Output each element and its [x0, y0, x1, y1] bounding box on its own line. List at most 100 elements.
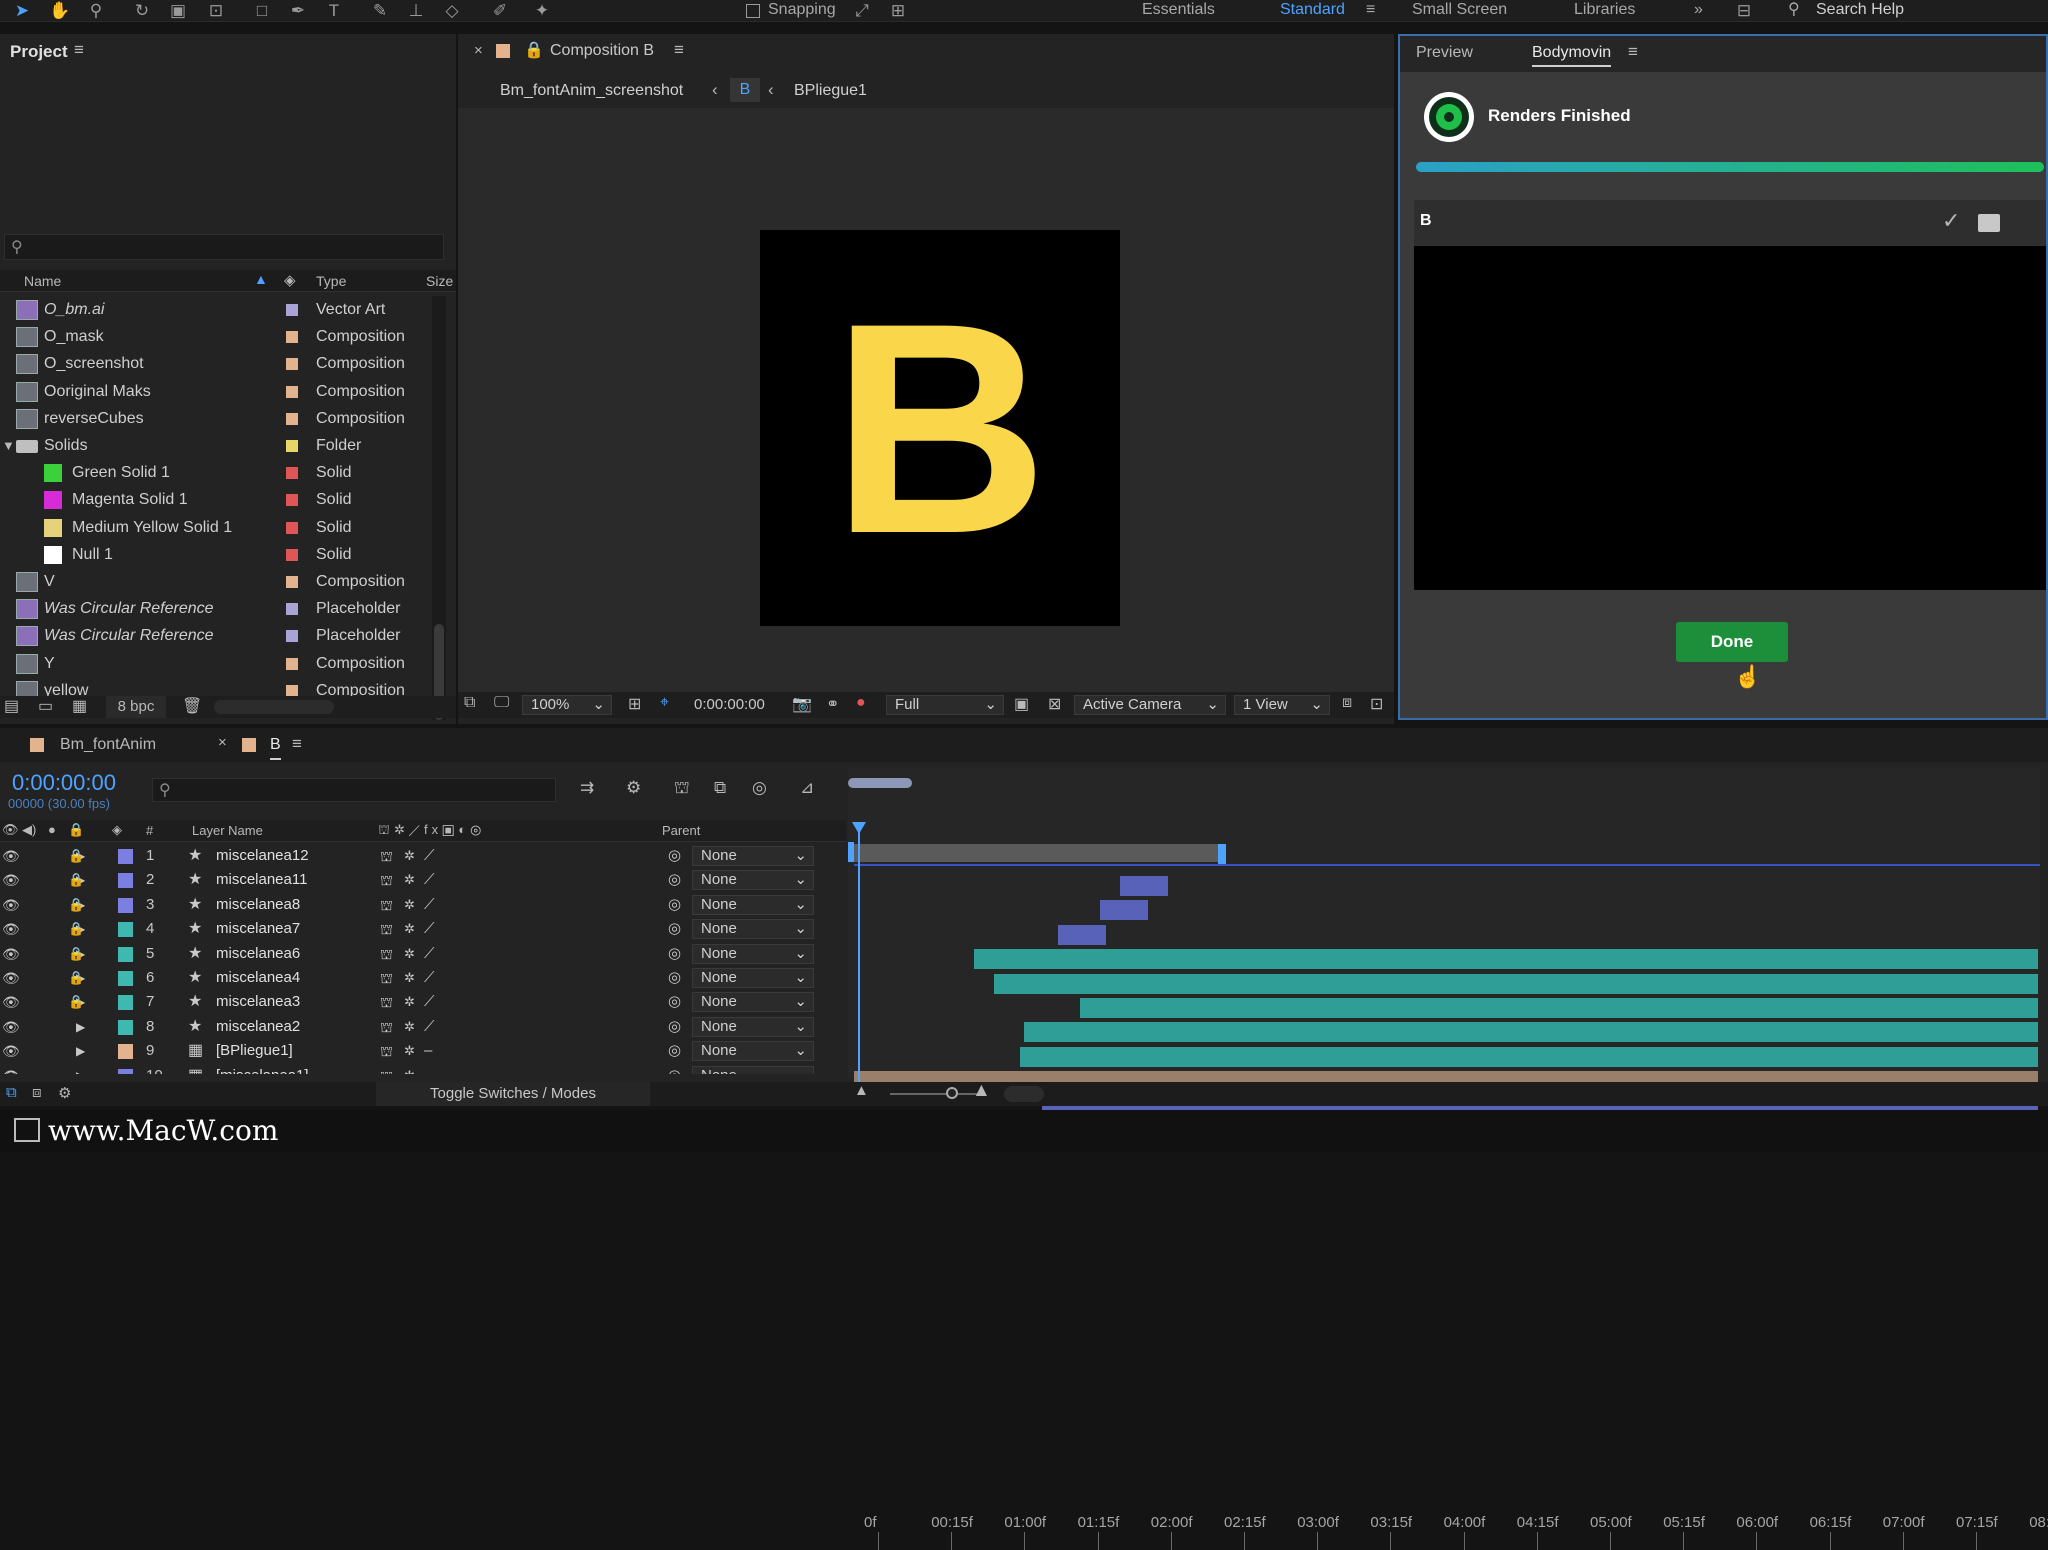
visibility-eye-icon[interactable]: 👁: [2, 868, 20, 892]
tab-preview[interactable]: Preview: [1416, 44, 1473, 62]
region-of-interest-icon[interactable]: ▣: [1014, 694, 1029, 714]
shy-switch-icon[interactable]: ⛫: [380, 1039, 393, 1063]
comp-canvas[interactable]: B: [760, 230, 1120, 626]
tab-bm-fontanim[interactable]: Bm_fontAnim: [60, 736, 156, 754]
pick-whip-icon[interactable]: ◎: [668, 990, 681, 1014]
visibility-eye-icon[interactable]: 👁: [2, 917, 20, 941]
lock-icon[interactable]: 🔒: [68, 868, 84, 892]
camera-tool-icon[interactable]: ▣: [166, 1, 190, 21]
shape-tool-icon[interactable]: □: [250, 1, 274, 21]
zoom-tool-icon[interactable]: ⚲: [84, 1, 108, 21]
motion-blur-icon[interactable]: ◎: [752, 778, 767, 798]
label-color-swatch[interactable]: [118, 1044, 133, 1060]
label-color-swatch[interactable]: [286, 548, 298, 561]
lock-icon[interactable]: 🔒: [68, 893, 84, 917]
new-folder-icon[interactable]: ▭: [38, 696, 53, 716]
project-item[interactable]: O_mask Composition: [0, 323, 430, 350]
layer-name[interactable]: miscelanea7: [216, 917, 300, 941]
comp-flowchart-icon[interactable]: ⇉: [580, 778, 594, 798]
work-area-bar[interactable]: [854, 844, 1218, 862]
project-item[interactable]: Was Circular Reference Placeholder: [0, 595, 430, 622]
graph-editor-icon[interactable]: ⊿: [800, 778, 814, 798]
panel-menu-icon[interactable]: ≡: [674, 40, 684, 60]
disclosure-triangle-icon[interactable]: ▼: [2, 432, 15, 459]
label-color-swatch[interactable]: [286, 603, 298, 616]
sync-settings-icon[interactable]: ⊟: [1732, 1, 1756, 21]
shy-switch-icon[interactable]: ⛫: [380, 942, 393, 966]
visibility-eye-icon[interactable]: 👁: [2, 990, 20, 1014]
label-color-swatch[interactable]: [286, 684, 298, 697]
camera-dropdown[interactable]: Active Camera ⌄: [1074, 695, 1226, 715]
pick-whip-icon[interactable]: ◎: [668, 1039, 681, 1063]
tab-bodymovin[interactable]: Bodymovin: [1532, 44, 1612, 67]
visibility-eye-icon[interactable]: 👁: [2, 942, 20, 966]
timeline-graph-area[interactable]: [848, 768, 2040, 1116]
lock-icon[interactable]: 🔒: [68, 942, 84, 966]
lock-icon[interactable]: 🔒: [68, 966, 84, 990]
snap-options-icon[interactable]: ⤢: [850, 1, 874, 21]
label-color-swatch[interactable]: [118, 922, 133, 938]
layer-row[interactable]: 👁 ▶ ★ ⛫ ✲ ⟋ ◎ 🔒 7 miscelanea3 None ⌄: [0, 990, 846, 1014]
done-button[interactable]: Done: [1676, 622, 1788, 662]
expand-layer-icon[interactable]: ▶: [76, 1039, 85, 1063]
collapse-switch-icon[interactable]: ✲: [404, 966, 415, 990]
pan-behind-tool-icon[interactable]: ⊡: [204, 1, 228, 21]
label-color-swatch[interactable]: [286, 331, 298, 344]
pick-whip-icon[interactable]: ◎: [668, 917, 681, 941]
label-color-swatch[interactable]: [118, 971, 133, 986]
snapping-checkbox[interactable]: [746, 4, 760, 18]
parent-dropdown[interactable]: None ⌄: [692, 894, 814, 915]
visibility-eye-icon[interactable]: 👁: [2, 1039, 20, 1063]
shy-switch-icon[interactable]: ⛫: [380, 868, 393, 892]
quality-switch-icon[interactable]: ⟋: [424, 844, 435, 868]
monitor-icon[interactable]: 🖵: [494, 694, 509, 712]
quality-switch-icon[interactable]: ⟋: [424, 990, 435, 1014]
snap-feature-icon[interactable]: ⊞: [886, 1, 910, 21]
column-name[interactable]: Name: [24, 273, 61, 289]
shy-switch-icon[interactable]: ⛫: [380, 844, 393, 868]
parent-dropdown[interactable]: None ⌄: [692, 1016, 814, 1037]
layer-name[interactable]: [miscelanea1]: [216, 1064, 309, 1074]
layer-duration-bar[interactable]: [1120, 876, 1168, 896]
folder-icon[interactable]: [1978, 214, 2000, 232]
current-time-display[interactable]: 0:00:00:00: [12, 770, 116, 796]
layer-duration-bar[interactable]: [1058, 924, 1106, 945]
parent-dropdown[interactable]: None ⌄: [692, 968, 814, 988]
puppet-pin-tool-icon[interactable]: ✦: [530, 1, 554, 21]
shy-switch-icon[interactable]: ⛫: [380, 917, 393, 941]
bit-depth-button[interactable]: 8 bpc: [106, 696, 166, 718]
visibility-eye-icon[interactable]: 👁: [2, 1015, 20, 1039]
current-time-indicator[interactable]: [858, 828, 860, 1084]
breadcrumb-item[interactable]: BPliegue1: [794, 82, 867, 100]
label-color-swatch[interactable]: [286, 657, 298, 670]
workspace-libraries[interactable]: Libraries: [1574, 0, 1635, 20]
pick-whip-icon[interactable]: ◎: [668, 942, 681, 966]
work-area-end-handle[interactable]: [1218, 844, 1226, 864]
panel-menu-icon[interactable]: ≡: [74, 40, 84, 60]
selection-tool-icon[interactable]: ➤: [10, 1, 34, 21]
layer-row[interactable]: 👁 ▶ ★ ⛫ ✲ ⟋ ◎ 🔒 2 miscelanea11 None ⌄: [0, 868, 846, 892]
project-item[interactable]: Null 1 Solid: [0, 541, 430, 568]
pick-whip-icon[interactable]: ◎: [668, 966, 681, 990]
thumbnail-slider[interactable]: [214, 700, 334, 714]
pick-whip-icon[interactable]: ◎: [668, 844, 681, 868]
project-item[interactable]: V Composition: [0, 568, 430, 595]
parent-dropdown[interactable]: None ⌄: [692, 1041, 814, 1062]
rotate-tool-icon[interactable]: ↻: [130, 1, 154, 21]
layer-name[interactable]: miscelanea4: [216, 966, 300, 990]
collapse-switch-icon[interactable]: ✲: [404, 917, 415, 941]
roto-brush-tool-icon[interactable]: ✐: [488, 1, 512, 21]
pick-whip-icon[interactable]: ◎: [668, 1015, 681, 1039]
label-color-swatch[interactable]: [286, 412, 298, 425]
project-item[interactable]: O_bm.aiVector Art⊶: [0, 296, 430, 323]
pen-tool-icon[interactable]: ✒: [286, 1, 310, 21]
workspace-essentials[interactable]: Essentials: [1142, 0, 1215, 20]
layer-name[interactable]: miscelanea11: [216, 868, 307, 892]
parent-dropdown[interactable]: None ⌄: [692, 992, 814, 1013]
show-snapshot-icon[interactable]: ⚭: [826, 694, 839, 714]
clone-stamp-tool-icon[interactable]: ⊥: [404, 1, 428, 21]
new-composition-icon[interactable]: ▦: [72, 696, 87, 716]
zoom-dropdown[interactable]: 100% ⌄: [522, 695, 612, 715]
workspace-small-screen[interactable]: Small Screen: [1412, 0, 1507, 20]
collapse-switch-icon[interactable]: ✲: [404, 942, 415, 966]
